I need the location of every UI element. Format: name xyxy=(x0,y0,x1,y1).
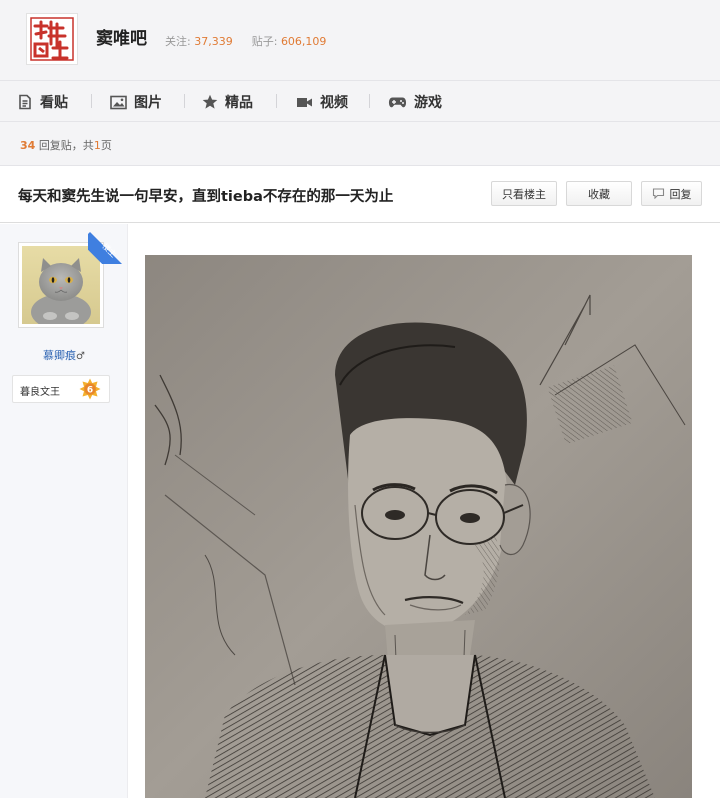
post-image[interactable] xyxy=(145,255,692,798)
nav-label: 看贴 xyxy=(40,95,68,111)
favorite-button[interactable]: 收藏 xyxy=(566,181,632,206)
comment-icon xyxy=(652,188,664,199)
thread-info-bar: 34 回复贴，共1页 xyxy=(0,122,720,166)
reply-button[interactable]: 回复 xyxy=(641,181,702,206)
video-icon xyxy=(297,97,312,107)
gamepad-icon xyxy=(388,97,407,107)
followers-label: 关注: xyxy=(165,35,191,48)
nav-label: 图片 xyxy=(134,95,162,111)
star-icon xyxy=(202,94,218,109)
reply-count-text: 回复贴，共 xyxy=(38,139,94,152)
only-op-label: 只看楼主 xyxy=(502,187,546,201)
nav-item-featured[interactable]: 精品 xyxy=(202,92,253,112)
only-op-button[interactable]: 只看楼主 xyxy=(491,181,557,206)
author-username[interactable]: 慕卿痕♂ xyxy=(0,347,128,363)
level-icon: 6 xyxy=(79,378,101,400)
nav-label: 游戏 xyxy=(414,95,442,111)
document-icon xyxy=(19,94,31,110)
posts-count: 606,109 xyxy=(280,35,327,48)
post-content xyxy=(129,224,720,798)
forum-nav: 看贴 图片 精品 视频 游戏 xyxy=(0,80,720,122)
forum-header: 窦唯吧 关注: 37,339 贴子: 606,109 xyxy=(0,0,720,80)
thread-title-bar: 每天和窦先生说一句早安，直到tieba不存在的那一天为止 只看楼主 收藏 回复 xyxy=(0,166,720,223)
nav-label: 精品 xyxy=(225,95,253,111)
reply-label: 回复 xyxy=(669,187,692,201)
reply-count-number: 34 xyxy=(20,139,36,152)
forum-logo[interactable] xyxy=(26,13,78,65)
followers-count: 37,339 xyxy=(194,35,233,48)
picture-icon xyxy=(110,95,127,109)
member-level-badge[interactable]: 暮良文王 6 xyxy=(12,375,110,403)
post-author-panel: 慕卿痕♂ 暮良文王 6 xyxy=(0,224,128,798)
favorite-label: 收藏 xyxy=(588,187,610,201)
badge-title: 暮良文王 xyxy=(20,387,60,398)
nav-item-videos[interactable]: 视频 xyxy=(296,92,348,112)
forum-name[interactable]: 窦唯吧 xyxy=(96,24,147,49)
nav-item-posts[interactable]: 看贴 xyxy=(17,92,68,112)
page-count: 1 xyxy=(93,139,101,152)
reply-count: 34 回复贴，共1页 xyxy=(20,137,112,153)
page-unit: 页 xyxy=(100,139,112,152)
gender-icon: ♂ xyxy=(76,351,85,362)
posts-label: 贴子: xyxy=(251,35,278,48)
thread-title: 每天和窦先生说一句早安，直到tieba不存在的那一天为止 xyxy=(18,189,394,205)
owner-ribbon: 楼主 xyxy=(88,224,128,264)
level-number: 6 xyxy=(87,385,93,395)
nav-item-games[interactable]: 游戏 xyxy=(388,92,442,112)
nav-item-pictures[interactable]: 图片 xyxy=(110,92,162,112)
forum-stats: 关注: 37,339 贴子: 606,109 xyxy=(165,33,326,49)
owner-tag: 楼主 xyxy=(100,241,119,260)
nav-label: 视频 xyxy=(320,95,348,111)
author-name[interactable]: 慕卿痕 xyxy=(43,349,76,362)
